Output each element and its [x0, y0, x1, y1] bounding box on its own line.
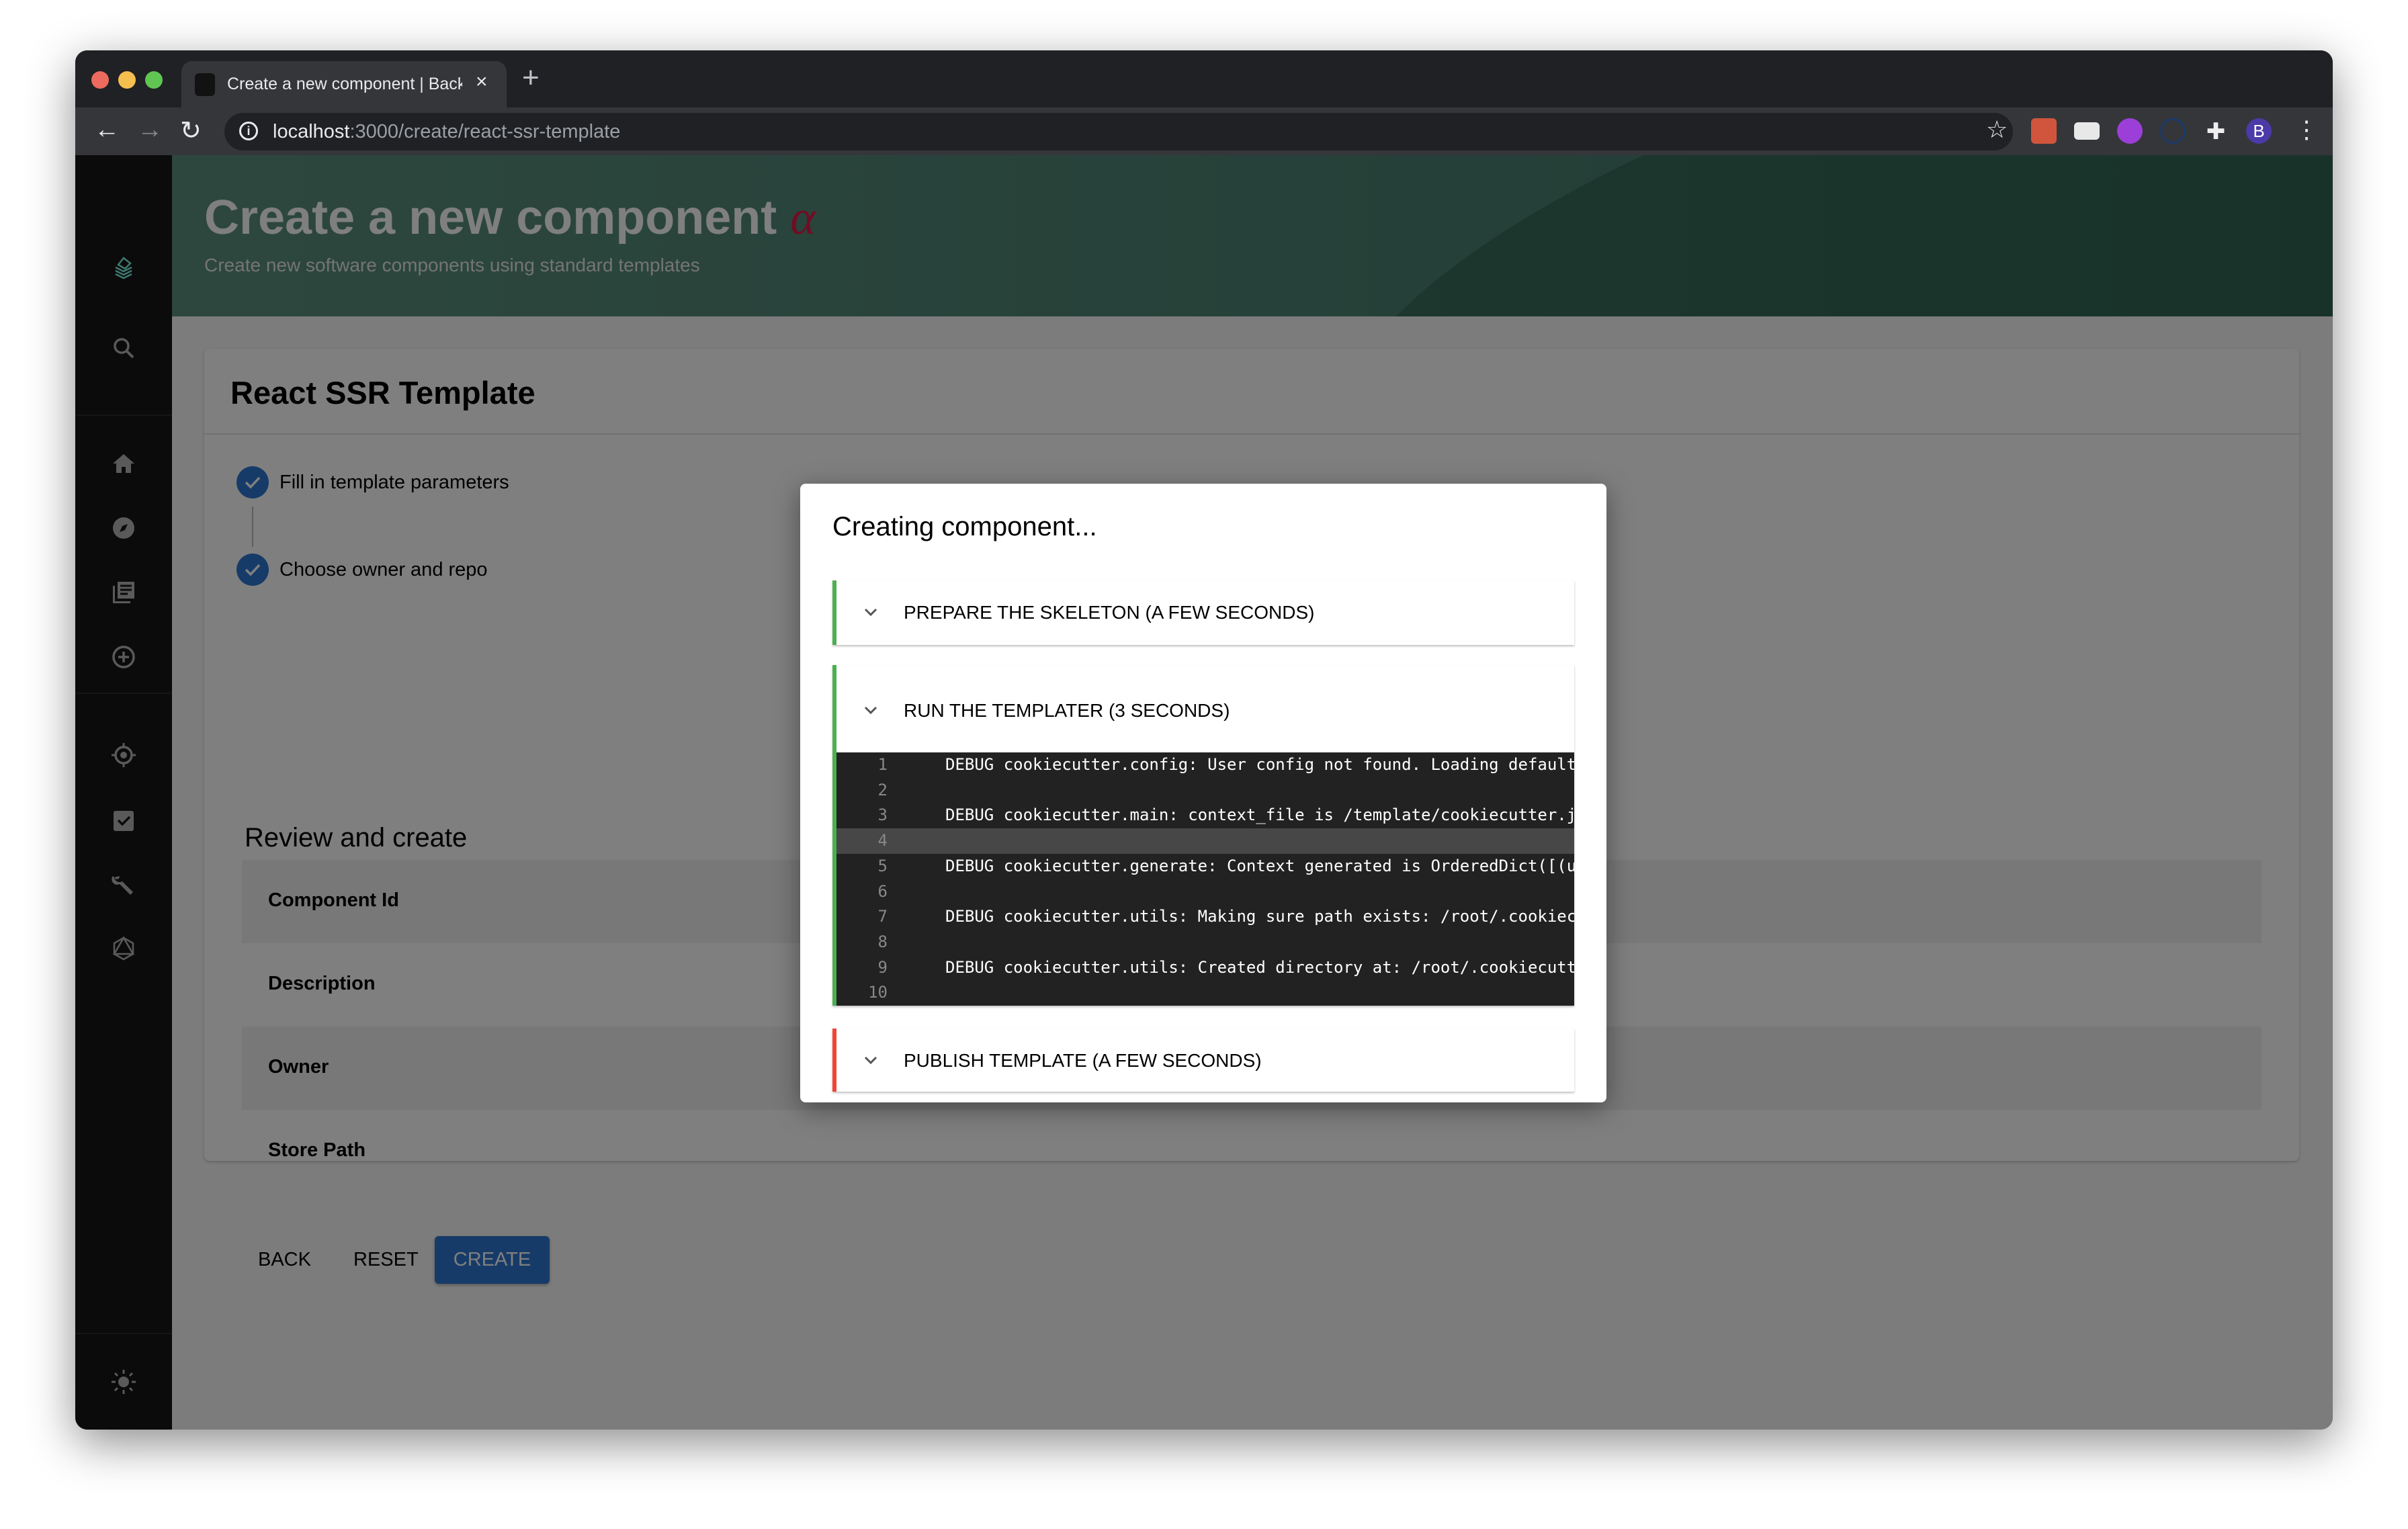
- react-devtools-extension-icon[interactable]: [2031, 118, 2057, 144]
- extensions-puzzle-icon[interactable]: ✚: [2203, 118, 2229, 144]
- log-text: DEBUG cookiecutter.main: context_file is…: [945, 805, 1574, 825]
- log-line: 2: [836, 778, 1574, 803]
- creating-component-dialog: Creating component... PREPARE THE SKELET…: [800, 484, 1606, 1102]
- minimize-window-button[interactable]: [118, 71, 136, 89]
- stage-title: RUN THE TEMPLATER (3 SECONDS): [904, 700, 1230, 721]
- log-line: 3 DEBUG cookiecutter.main: context_file i…: [836, 803, 1574, 828]
- log-text: DEBUG cookiecutter.utils: Making sure pa…: [945, 907, 1574, 926]
- tab-close-icon[interactable]: ×: [476, 71, 488, 93]
- line-number: 3: [877, 805, 888, 825]
- chevron-down-icon: [864, 608, 877, 617]
- line-number: 7: [877, 907, 888, 926]
- browser-menu-icon[interactable]: ⋮: [2294, 116, 2319, 144]
- log-line: 4: [836, 828, 1574, 854]
- bookmark-star-icon[interactable]: ☆: [1986, 116, 2008, 144]
- password-extension-icon[interactable]: [2074, 122, 2100, 140]
- backstage-app: G Create a new component α Create new so…: [75, 155, 2333, 1430]
- site-info-icon[interactable]: i: [239, 122, 258, 140]
- close-window-button[interactable]: [91, 71, 109, 89]
- stage-prepare-skeleton[interactable]: PREPARE THE SKELETON (A FEW SECONDS): [832, 580, 1574, 645]
- back-arrow-icon[interactable]: ←: [94, 116, 120, 144]
- line-number: 8: [877, 932, 888, 951]
- log-line: 8: [836, 930, 1574, 955]
- url-host: localhost: [273, 121, 350, 142]
- backstage-favicon-icon: [195, 73, 215, 96]
- url-input[interactable]: i localhost:3000/create/react-ssr-templa…: [224, 113, 2013, 150]
- url-path: :3000/create/react-ssr-template: [349, 121, 621, 142]
- log-line: 10: [836, 980, 1574, 1006]
- line-number: 10: [868, 983, 888, 1002]
- reload-icon[interactable]: ↻: [180, 116, 202, 146]
- maximize-window-button[interactable]: [145, 71, 163, 89]
- browser-window: Create a new component | Backstage × + ←…: [75, 50, 2333, 1430]
- log-line: 9 DEBUG cookiecutter.utils: Created direc…: [836, 955, 1574, 981]
- browser-tab[interactable]: Create a new component | Backstage ×: [181, 61, 507, 107]
- tab-title: Create a new component | Backstage: [227, 75, 462, 93]
- forward-arrow-icon[interactable]: →: [137, 116, 163, 144]
- log-line: 7 DEBUG cookiecutter.utils: Making sure p…: [836, 904, 1574, 930]
- log-text: DEBUG cookiecutter.config: User config n…: [945, 755, 1574, 774]
- tab-bar: Create a new component | Backstage × +: [75, 50, 2333, 107]
- dialog-title: Creating component...: [832, 512, 1097, 541]
- log-line: 5 DEBUG cookiecutter.generate: Context ge…: [836, 854, 1574, 879]
- profile-avatar[interactable]: B: [2246, 118, 2272, 144]
- graphql-extension-icon[interactable]: [2117, 118, 2143, 144]
- stage-publish-template[interactable]: PUBLISH TEMPLATE (A FEW SECONDS): [832, 1029, 1574, 1092]
- apollo-extension-icon[interactable]: [2160, 118, 2186, 144]
- line-number: 1: [877, 755, 888, 774]
- line-number: 6: [877, 881, 888, 901]
- new-tab-button[interactable]: +: [522, 61, 540, 95]
- line-number: 9: [877, 957, 888, 977]
- line-number: 5: [877, 856, 888, 875]
- log-line: 6: [836, 879, 1574, 905]
- log-text: DEBUG cookiecutter.utils: Created direct…: [945, 957, 1574, 977]
- stage-title: PREPARE THE SKELETON (A FEW SECONDS): [904, 602, 1315, 623]
- log-viewer[interactable]: 1 DEBUG cookiecutter.config: User config …: [836, 752, 1574, 1006]
- line-number: 2: [877, 780, 888, 799]
- chevron-down-icon: [864, 706, 877, 715]
- stage-title: PUBLISH TEMPLATE (A FEW SECONDS): [904, 1050, 1262, 1071]
- line-number: 4: [877, 831, 888, 850]
- log-line: 1 DEBUG cookiecutter.config: User config …: [836, 752, 1574, 778]
- chevron-down-icon: [864, 1056, 877, 1065]
- url-text: localhost:3000/create/react-ssr-template: [273, 121, 620, 143]
- address-bar-row: ← → ↻ i localhost:3000/create/react-ssr-…: [75, 107, 2333, 155]
- stage-run-templater[interactable]: RUN THE TEMPLATER (3 SECONDS) 1 DEBUG coo…: [832, 665, 1574, 1006]
- log-text: DEBUG cookiecutter.generate: Context gen…: [945, 856, 1574, 875]
